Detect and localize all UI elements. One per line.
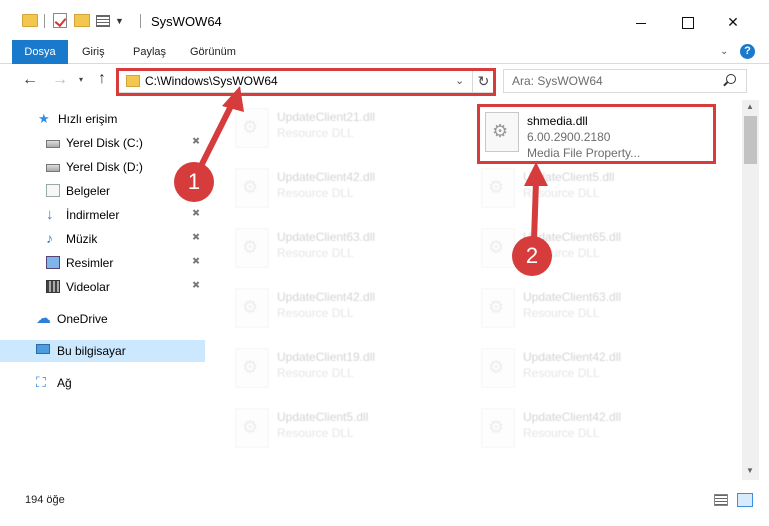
callout-2: 2 (512, 236, 552, 276)
arrow-1-shaft (197, 101, 235, 171)
arrow-1-head (222, 86, 244, 112)
callout-1: 1 (174, 162, 214, 202)
arrow-2-head (524, 162, 548, 186)
arrow-2-shaft (531, 179, 539, 243)
annotation-arrows (197, 86, 548, 243)
